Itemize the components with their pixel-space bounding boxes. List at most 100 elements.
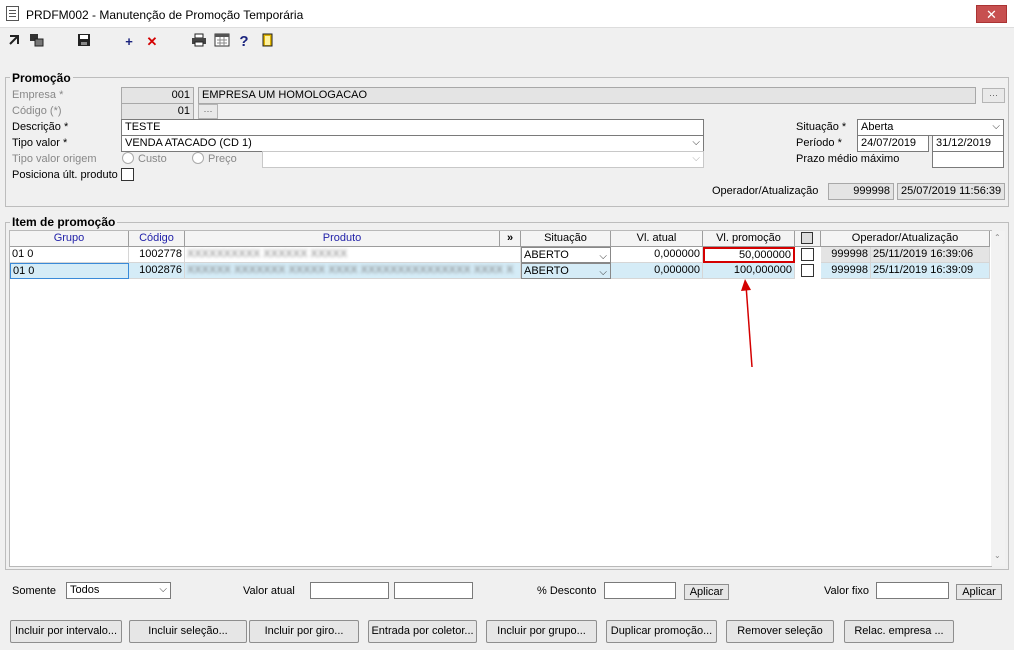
prazo-input[interactable] — [932, 151, 1004, 168]
tipo-valor-origem-select[interactable] — [262, 151, 704, 168]
operador-field: 999998 — [828, 183, 894, 200]
operador-date-field: 25/07/2019 11:56:39 — [897, 183, 1005, 200]
valor-fixo-input[interactable] — [876, 582, 949, 599]
produto-text: XXXXXX XXXXXXX XXXXX XXXX XXXXXXXXXXXXXX… — [187, 264, 514, 276]
descricao-input[interactable]: TESTE — [121, 119, 704, 136]
remover-selecao-button[interactable]: Remover seleção — [726, 620, 834, 643]
aplicar-desconto-button[interactable]: Aplicar — [684, 584, 729, 600]
col-vl-promocao[interactable]: Vl. promoção — [703, 231, 795, 247]
preco-radio[interactable] — [192, 152, 204, 164]
windows-icon[interactable] — [28, 33, 46, 51]
exit-icon[interactable] — [7, 33, 23, 51]
desconto-label: % Desconto — [537, 585, 597, 597]
cell-codigo[interactable]: 1002778 — [129, 247, 185, 263]
tipo-valor-value: VENDA ATACADO (CD 1) — [125, 137, 252, 149]
door-exit-icon[interactable] — [260, 33, 276, 51]
desconto-input[interactable] — [604, 582, 676, 599]
codigo-lookup-button[interactable]: ⋯ — [198, 104, 218, 119]
close-button[interactable]: ✕ — [976, 5, 1007, 23]
table-row[interactable]: 01 0 1002778 XXXXXXXXXX XXXXXX XXXXX ABE… — [10, 247, 990, 263]
situacao-value: Aberta — [861, 121, 894, 133]
cell-grupo[interactable]: 01 0 — [10, 263, 129, 279]
col-operador[interactable]: Operador/Atualização — [821, 231, 990, 247]
empresa-code-field: 001 — [121, 87, 194, 104]
cell-situacao-select[interactable]: ABERTO — [521, 247, 611, 263]
incluir-grupo-button[interactable]: Incluir por grupo... — [486, 620, 597, 643]
save-icon[interactable] — [75, 33, 93, 51]
situacao-text: ABERTO — [524, 265, 569, 277]
empresa-label: Empresa * — [12, 89, 64, 101]
posiciona-checkbox[interactable] — [121, 168, 134, 181]
chevron-down-icon — [692, 153, 700, 164]
vertical-scrollbar[interactable]: ⌃ ⌄ — [991, 231, 1005, 566]
cell-data: 25/11/2019 16:39:06 — [871, 247, 990, 263]
items-legend: Item de promoção — [10, 215, 118, 229]
custo-radio[interactable] — [122, 152, 134, 164]
scroll-up-icon[interactable]: ⌃ — [994, 233, 1001, 242]
entrada-coletor-button[interactable]: Entrada por coletor... — [368, 620, 477, 643]
promocao-legend: Promoção — [10, 71, 73, 85]
situacao-label: Situação * — [796, 121, 847, 133]
scroll-down-icon[interactable]: ⌄ — [994, 551, 1001, 560]
cell-grupo[interactable]: 01 0 — [10, 247, 129, 263]
aplicar-valor-fixo-button[interactable]: Aplicar — [956, 584, 1002, 600]
col-codigo[interactable]: Código — [129, 231, 185, 247]
somente-select[interactable]: Todos — [66, 582, 171, 599]
duplicar-promocao-button[interactable]: Duplicar promoção... — [606, 620, 717, 643]
situacao-select[interactable]: Aberta — [857, 119, 1004, 136]
posiciona-label: Posiciona últ. produto — [12, 169, 118, 181]
annotation-arrow-icon — [741, 279, 753, 368]
codigo-label: Código (*) — [12, 105, 62, 117]
cell-vl-atual[interactable]: 0,000000 — [611, 247, 703, 263]
col-select-all[interactable] — [795, 231, 821, 247]
expand-columns-button[interactable]: » — [500, 231, 521, 247]
periodo-label: Período * — [796, 137, 842, 149]
cell-vl-atual[interactable]: 0,000000 — [611, 263, 703, 279]
cell-data: 25/11/2019 16:39:09 — [871, 263, 990, 279]
cell-situacao-select[interactable]: ABERTO — [521, 263, 611, 279]
chevron-down-icon — [159, 584, 167, 595]
preco-label: Preço — [208, 153, 237, 165]
row-checkbox[interactable] — [801, 248, 814, 261]
chevron-down-icon — [599, 249, 607, 262]
select-all-checkbox[interactable] — [801, 232, 813, 244]
tipo-valor-origem-label: Tipo valor origem — [12, 153, 97, 165]
valor-fixo-label: Valor fixo — [824, 585, 870, 597]
add-icon[interactable]: + — [121, 33, 137, 51]
tipo-valor-select[interactable]: VENDA ATACADO (CD 1) — [121, 135, 704, 152]
incluir-selecao-button[interactable]: Incluir seleção... — [129, 620, 247, 643]
cell-operador: 999998 — [821, 263, 871, 279]
periodo-start-input[interactable]: 24/07/2019 — [857, 135, 929, 152]
col-grupo[interactable]: Grupo — [10, 231, 129, 247]
periodo-end-input[interactable]: 31/12/2019 — [932, 135, 1004, 152]
incluir-intervalo-button[interactable]: Incluir por intervalo... — [10, 620, 122, 643]
valor-atual-from-input[interactable] — [310, 582, 389, 599]
somente-value: Todos — [70, 584, 100, 596]
calendar-icon[interactable] — [213, 33, 231, 51]
chevron-down-icon — [692, 137, 700, 148]
situacao-text: ABERTO — [524, 249, 569, 261]
help-icon[interactable]: ? — [237, 33, 251, 51]
cell-produto[interactable]: XXXXXX XXXXXXX XXXXX XXXX XXXXXXXXXXXXXX… — [185, 263, 521, 279]
descricao-label: Descrição * — [12, 121, 69, 133]
col-produto[interactable]: Produto — [185, 231, 500, 247]
col-situacao[interactable]: Situação — [521, 231, 611, 247]
cell-codigo[interactable]: 1002876 — [129, 263, 185, 279]
empresa-lookup-button[interactable]: ⋯ — [982, 88, 1005, 103]
operador-label: Operador/Atualização — [712, 185, 819, 197]
tipo-valor-label: Tipo valor * — [12, 137, 68, 149]
cell-operador: 999998 — [821, 247, 871, 263]
col-vl-atual[interactable]: Vl. atual — [611, 231, 703, 247]
incluir-giro-button[interactable]: Incluir por giro... — [249, 620, 359, 643]
delete-icon[interactable]: ✕ — [144, 33, 160, 51]
items-grid — [9, 230, 992, 567]
row-checkbox[interactable] — [801, 264, 814, 277]
somente-label: Somente — [12, 585, 57, 597]
relac-empresa-button[interactable]: Relac. empresa ... — [844, 620, 954, 643]
cell-produto[interactable]: XXXXXXXXXX XXXXXX XXXXX — [185, 247, 521, 263]
cell-vl-promocao-highlighted[interactable]: 50,000000 — [703, 247, 795, 263]
document-icon — [6, 6, 19, 21]
print-icon[interactable] — [190, 33, 208, 51]
valor-atual-to-input[interactable] — [394, 582, 473, 599]
table-row[interactable]: 01 0 1002876 XXXXXX XXXXXXX XXXXX XXXX X… — [10, 263, 990, 279]
